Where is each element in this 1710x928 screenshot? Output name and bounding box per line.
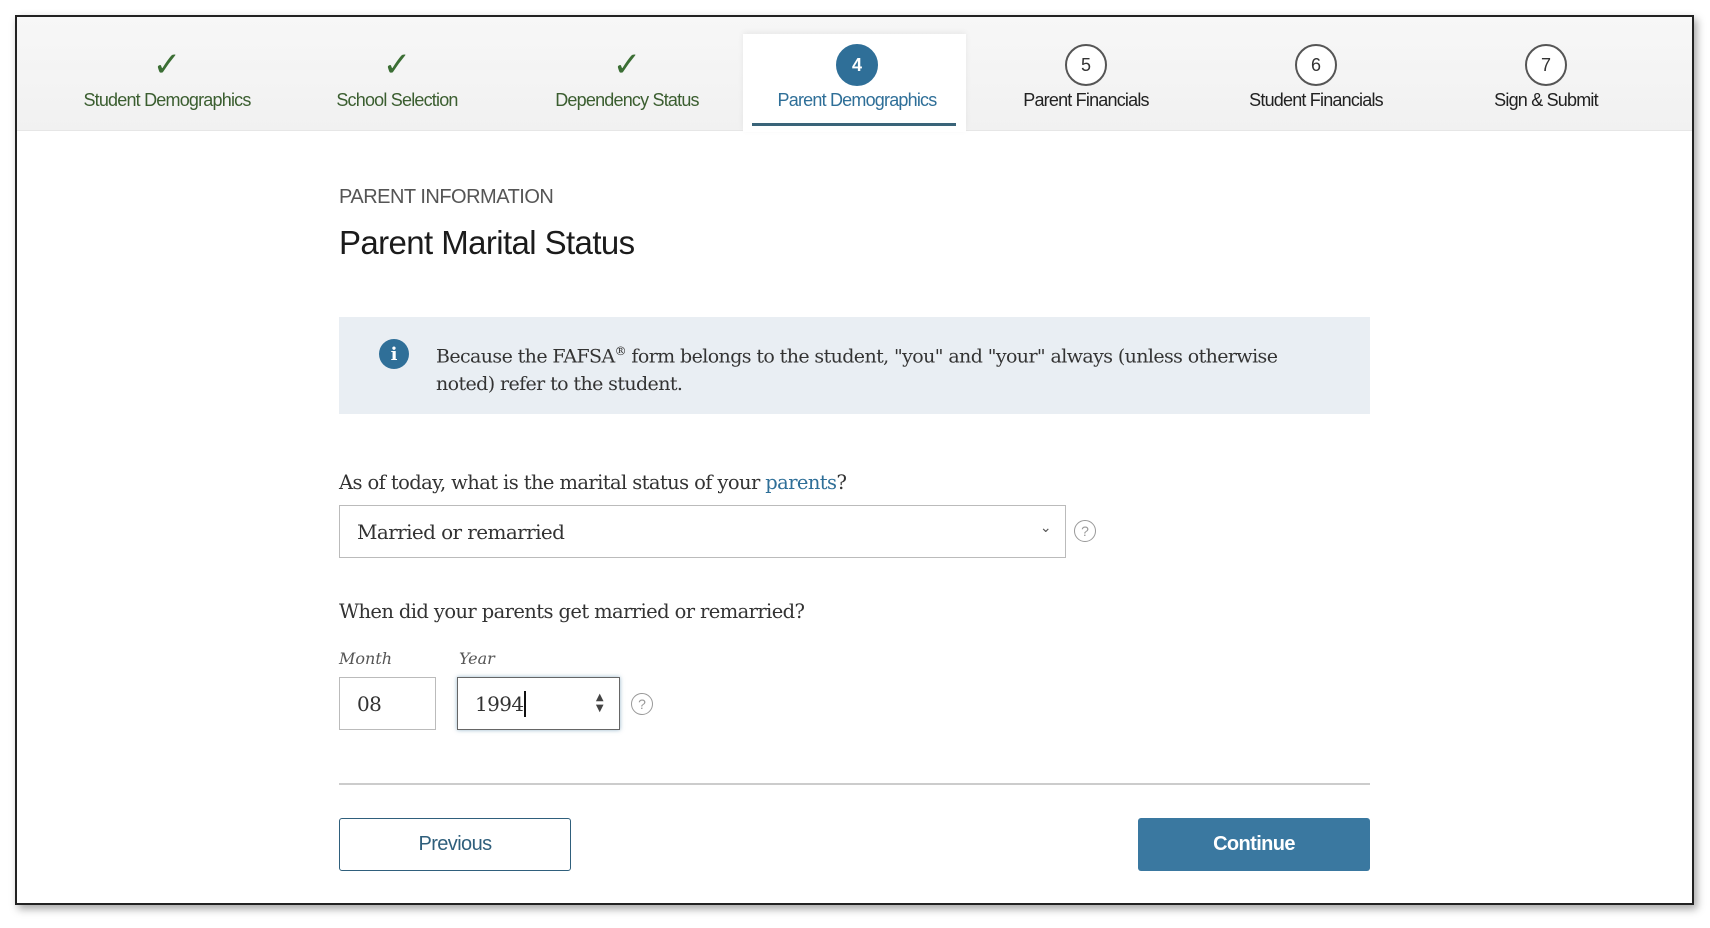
select-value: Married or remarried (357, 519, 565, 544)
step-dependency-status[interactable]: ✓ Dependency Status (517, 45, 737, 111)
step-marker: 7 (1436, 44, 1656, 86)
chevron-down-icon: ⌄ (1039, 520, 1052, 536)
step-marker: ✓ (287, 45, 507, 85)
step-number-badge: 4 (836, 44, 878, 86)
continue-button[interactable]: Continue (1138, 818, 1370, 871)
step-marker: ✓ (517, 45, 737, 85)
step-label: Dependency Status (555, 90, 699, 110)
step-sign-submit[interactable]: 7 Sign & Submit (1436, 44, 1656, 111)
page-title: Parent Marital Status (339, 224, 635, 261)
step-label: School Selection (336, 90, 458, 110)
step-label: Student Financials (1249, 90, 1383, 110)
check-icon: ✓ (152, 45, 182, 85)
divider (339, 783, 1370, 785)
check-icon: ✓ (612, 45, 642, 85)
step-number-badge: 5 (1065, 44, 1107, 86)
marital-status-question: As of today, what is the marital status … (339, 471, 847, 494)
step-parent-financials[interactable]: 5 Parent Financials (976, 44, 1196, 111)
text-caret (523, 690, 526, 717)
marriage-date-question: When did your parents get married or rem… (339, 600, 805, 623)
step-marker: 5 (976, 44, 1196, 86)
window-frame: ✓ Student Demographics ✓ School Selection ✓ D… (15, 15, 1694, 905)
info-icon: i (379, 339, 409, 369)
info-alert: i Because the FAFSA® form belongs to the… (339, 317, 1370, 414)
year-label: Year (459, 649, 495, 668)
step-label: Parent Demographics (777, 90, 938, 110)
section-kicker: PARENT INFORMATION (339, 186, 554, 208)
marital-status-select[interactable]: Married or remarried ⌄ (339, 505, 1066, 558)
spinner-icon[interactable]: ▲ ▼ (596, 692, 604, 714)
step-student-financials[interactable]: 6 Student Financials (1206, 44, 1426, 111)
month-label: Month (339, 649, 393, 668)
step-marker: 4 (747, 44, 967, 86)
previous-button[interactable]: Previous (339, 818, 571, 871)
progress-nav: ✓ Student Demographics ✓ School Selection ✓ D… (17, 17, 1692, 132)
check-icon: ✓ (382, 45, 412, 85)
step-number-badge: 7 (1525, 44, 1567, 86)
parents-definition-link[interactable]: parents (765, 471, 837, 494)
step-school-selection[interactable]: ✓ School Selection (287, 45, 507, 111)
step-label: Sign & Submit (1494, 90, 1598, 110)
step-parent-demographics[interactable]: 4 Parent Demographics (747, 44, 967, 111)
step-marker: ✓ (57, 45, 277, 85)
step-marker: 6 (1206, 44, 1426, 86)
step-label: Parent Financials (1023, 90, 1149, 110)
help-icon[interactable]: ? (1074, 520, 1096, 542)
info-text: Because the FAFSA® form belongs to the s… (436, 344, 1278, 396)
step-label: Student Demographics (83, 90, 251, 110)
step-student-demographics[interactable]: ✓ Student Demographics (57, 45, 277, 111)
active-step-underline (752, 123, 956, 126)
help-icon[interactable]: ? (631, 693, 653, 715)
year-input[interactable]: 1994 ▲ ▼ (457, 677, 620, 730)
month-input[interactable]: 08 (339, 677, 436, 730)
step-number-badge: 6 (1295, 44, 1337, 86)
